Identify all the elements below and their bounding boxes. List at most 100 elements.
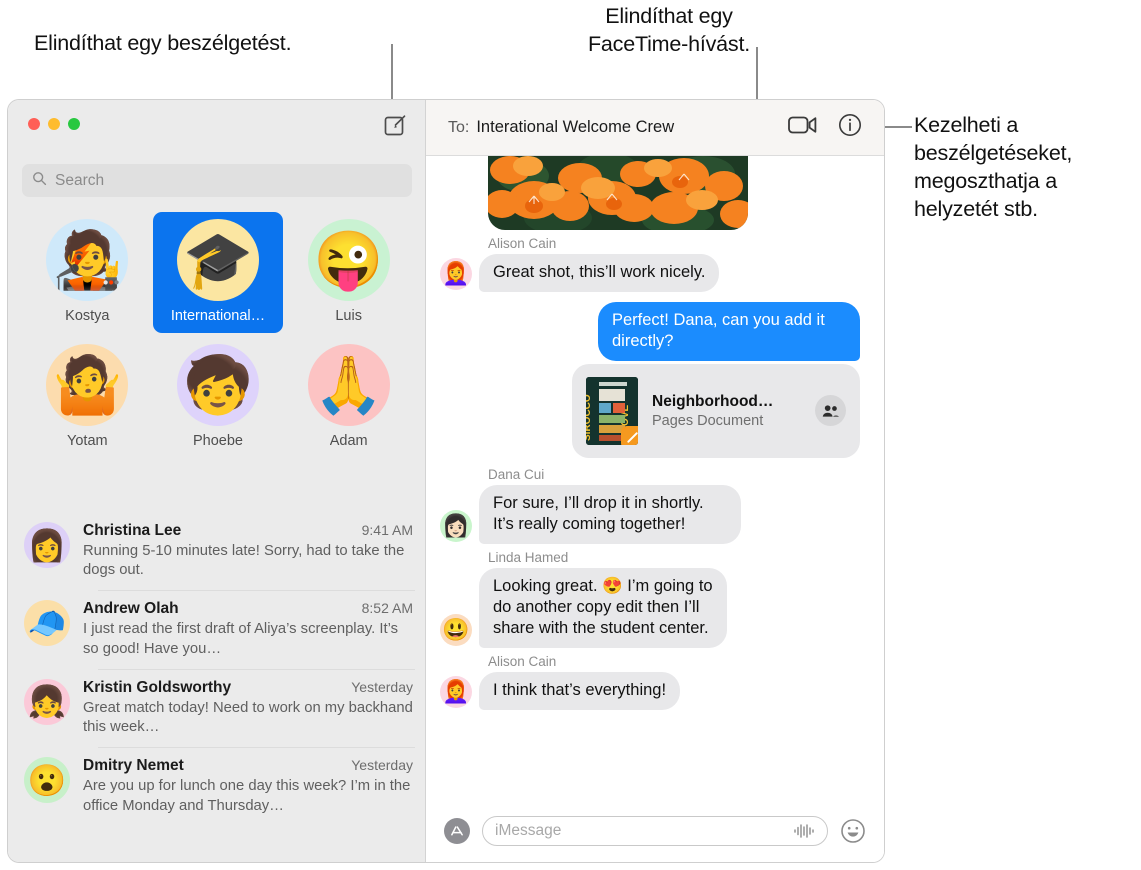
conversation-preview: Great match today! Need to work on my ba… [83, 699, 413, 736]
avatar-emoji: 🧒 [183, 353, 253, 416]
avatar-emoji: 😜 [313, 228, 384, 291]
message-row: SIROCCO GROVE Neighborhood… Pages Docume… [440, 363, 870, 458]
screenshot-root: Elindíthat egy beszélgetést. Elindíthat … [0, 0, 1141, 870]
conversation-name: Andrew Olah [83, 600, 179, 618]
pinned-item-kostya[interactable]: 🧑‍🎤 Kostya [22, 212, 153, 333]
list-item[interactable]: 👩 Christina Lee 9:41 AM Running 5-10 min… [8, 512, 425, 590]
message-row: 😃 Looking great. 😍 I’m going to do anoth… [440, 567, 870, 648]
sidebar: Search 🧑‍🎤 Kostya 🎓 International… [8, 100, 426, 862]
video-camera-icon[interactable] [788, 114, 818, 141]
attachment-subtitle: Pages Document [652, 412, 764, 429]
smiley-face-icon[interactable] [840, 818, 866, 844]
conversation-preview: Running 5-10 minutes late! Sorry, had to… [83, 543, 405, 579]
message-bubble[interactable]: I think that’s everything! [479, 671, 681, 710]
conversation-time: 9:41 AM [361, 522, 413, 538]
conversation-time: Yesterday [351, 757, 413, 774]
avatar: 🧢 [24, 600, 70, 647]
avatar: 🎓 [176, 219, 259, 301]
pinned-item-label: Phoebe [192, 433, 243, 449]
conversation-name: Dmitry Nemet [83, 757, 184, 775]
message-sender: Alison Cain [488, 236, 557, 251]
conversation-pane: To: Interational Welcome Crew Alison Cai… [426, 100, 884, 862]
pinned-item-label: International… [170, 308, 266, 324]
avatar-emoji: 👩‍🦰 [442, 678, 470, 704]
pinned-conversations-grid: 🧑‍🎤 Kostya 🎓 International… 😜 Luis [22, 212, 414, 458]
avatar: 🙏 [307, 344, 390, 426]
message-sender: Alison Cain [488, 653, 557, 669]
avatar: 👩🏻 [440, 509, 472, 542]
message-scrollbar[interactable] [878, 164, 882, 464]
compose-icon[interactable] [382, 112, 408, 138]
avatar-emoji: 🧢 [27, 605, 67, 641]
message-row: Perfect! Dana, can you add it directly? [440, 301, 870, 361]
imessage-input[interactable]: iMessage [482, 816, 828, 846]
avatar: 🧑‍🎤 [46, 219, 129, 301]
message-bubble[interactable]: For sure, I’ll drop it in shortly. It’s … [479, 484, 741, 544]
conversation-name: Kristin Goldsworthy [83, 678, 232, 696]
to-label: To: [448, 118, 470, 136]
pinned-item-phoebe[interactable]: 🧒 Phoebe [153, 337, 284, 458]
avatar: 🤷 [46, 344, 129, 426]
app-store-icon[interactable] [444, 818, 470, 844]
info-circle-icon[interactable] [838, 113, 862, 142]
message-row: 👩‍🦰 Great shot, this’ll work nicely. [440, 254, 870, 292]
photo-attachment[interactable] [488, 156, 748, 230]
zoom-button[interactable] [68, 118, 80, 130]
message-sender: Dana Cui [488, 466, 545, 482]
pinned-item-yotam[interactable]: 🤷 Yotam [22, 337, 153, 458]
avatar: 😮 [24, 757, 70, 804]
message-composer: iMessage [426, 800, 884, 862]
avatar-emoji: 🧑‍🎤 [52, 228, 123, 291]
avatar: 😜 [307, 219, 390, 301]
avatar: 😃 [440, 613, 472, 646]
search-input[interactable]: Search [22, 164, 412, 197]
avatar-emoji: 😃 [442, 616, 470, 642]
svg-text:SIROCCO: SIROCCO [586, 394, 593, 441]
pinned-item-label: Kostya [65, 308, 110, 324]
message-row: 👩🏻 For sure, I’ll drop it in shortly. It… [440, 484, 870, 544]
message-sender: Linda Hamed [488, 549, 569, 565]
close-button[interactable] [28, 118, 40, 130]
conversation-time: 8:52 AM [361, 600, 413, 617]
imessage-placeholder: iMessage [495, 822, 562, 839]
conversation-time: Yesterday [351, 678, 413, 695]
pinned-item-adam[interactable]: 🙏 Adam [283, 337, 414, 458]
list-item[interactable]: 😮 Dmitry Nemet Yesterday Are you up for … [8, 747, 425, 825]
message-bubble[interactable]: Looking great. 😍 I’m going to do another… [479, 567, 727, 648]
message-bubble[interactable]: Perfect! Dana, can you add it directly? [598, 301, 860, 361]
avatar: 👩‍🦰 [440, 675, 472, 708]
orange-pansy-flowers-photo [488, 156, 748, 230]
pinned-item-label: Adam [329, 433, 368, 449]
pinned-item-label: Luis [335, 308, 362, 324]
audio-waveform-icon[interactable] [793, 823, 815, 839]
pinned-item-international[interactable]: 🎓 International… [152, 212, 284, 333]
message-list[interactable]: Alison Cain 👩‍🦰 Great shot, this’ll work… [426, 156, 884, 800]
conversation-name: Christina Lee [83, 522, 182, 539]
message-bubble[interactable]: Great shot, this’ll work nicely. [479, 254, 720, 292]
avatar-emoji: 🎓 [183, 228, 253, 291]
annotation-new-conversation: Elindíthat egy beszélgetést. [34, 31, 292, 55]
list-item[interactable]: 👧 Kristin Goldsworthy Yesterday Great ma… [8, 668, 425, 747]
avatar: 🧒 [176, 344, 259, 426]
avatar-emoji: 🙏 [313, 353, 384, 416]
document-thumbnail: SIROCCO GROVE [586, 376, 638, 445]
list-item[interactable]: 🧢 Andrew Olah 8:52 AM I just read the fi… [8, 590, 425, 668]
messages-app-window: Search 🧑‍🎤 Kostya 🎓 International… [8, 100, 884, 862]
avatar-emoji: 👩🏻 [442, 512, 470, 538]
attachment-title: Neighborhood… [652, 392, 774, 410]
conversation-preview: I just read the first draft of Aliya’s s… [83, 621, 398, 657]
avatar-emoji: 👩 [27, 527, 67, 563]
avatar-emoji: 🤷 [52, 353, 123, 416]
avatar: 👧 [24, 678, 70, 725]
search-placeholder: Search [55, 171, 105, 189]
avatar-emoji: 👧 [27, 684, 67, 720]
shared-people-icon[interactable] [815, 395, 846, 427]
annotation-details: Kezelheti a beszélgetéseket, megoszthatj… [914, 113, 1073, 221]
message-row: 👩‍🦰 I think that’s everything! [440, 671, 870, 710]
pages-icon [621, 425, 638, 445]
conversation-list: 👩 Christina Lee 9:41 AM Running 5-10 min… [8, 512, 425, 826]
minimize-button[interactable] [48, 118, 60, 130]
document-attachment[interactable]: SIROCCO GROVE Neighborhood… Pages Docume… [572, 363, 860, 458]
recipient-name[interactable]: Interational Welcome Crew [476, 118, 674, 137]
pinned-item-luis[interactable]: 😜 Luis [283, 212, 414, 333]
